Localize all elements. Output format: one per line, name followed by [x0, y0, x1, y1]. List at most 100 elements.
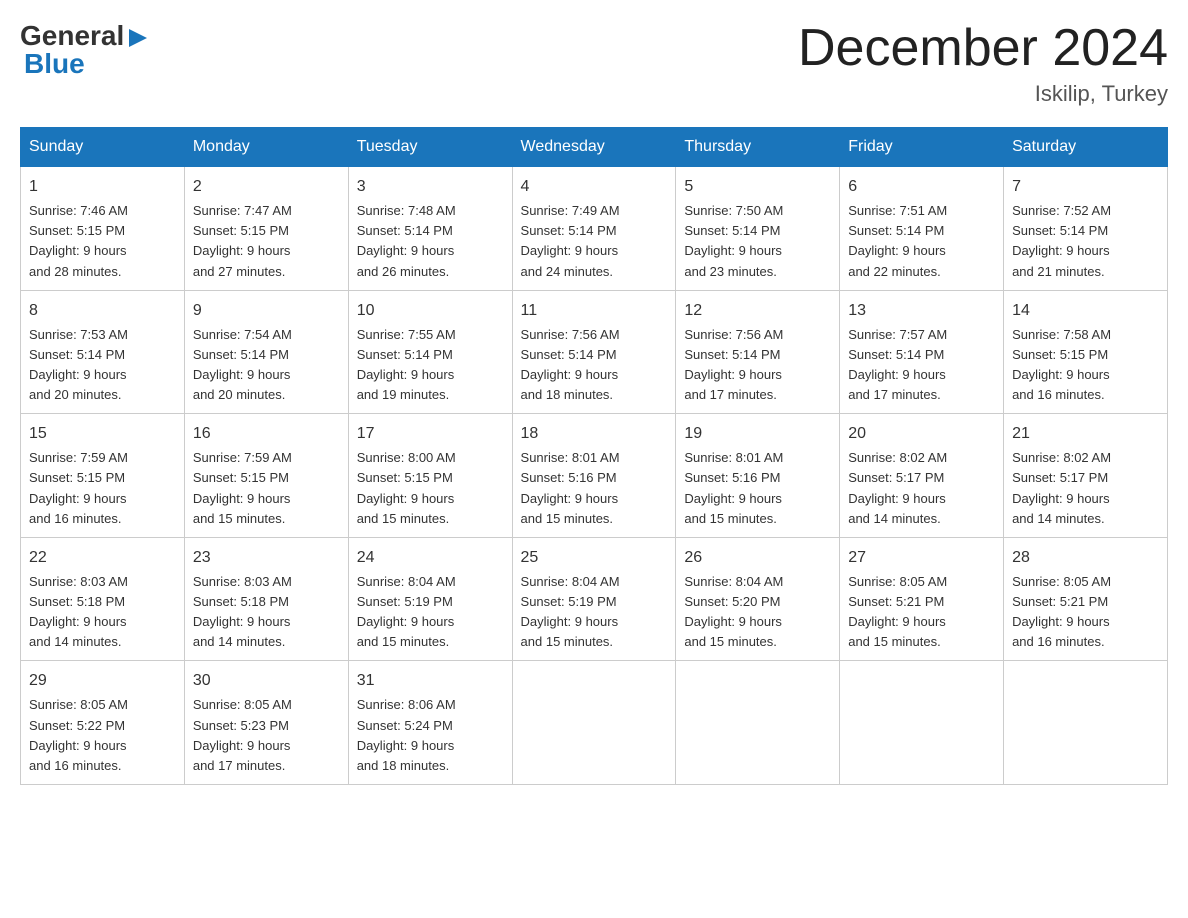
- day-info: Sunrise: 8:02 AMSunset: 5:17 PMDaylight:…: [1012, 450, 1111, 525]
- day-info: Sunrise: 7:49 AMSunset: 5:14 PMDaylight:…: [521, 203, 620, 278]
- day-info: Sunrise: 8:04 AMSunset: 5:20 PMDaylight:…: [684, 574, 783, 649]
- day-number: 9: [193, 299, 340, 323]
- day-info: Sunrise: 8:02 AMSunset: 5:17 PMDaylight:…: [848, 450, 947, 525]
- day-number: 23: [193, 546, 340, 570]
- col-header-tuesday: Tuesday: [348, 128, 512, 167]
- page-header: General Blue December 2024 Iskilip, Turk…: [20, 20, 1168, 107]
- day-info: Sunrise: 7:53 AMSunset: 5:14 PMDaylight:…: [29, 327, 128, 402]
- calendar-cell: 20Sunrise: 8:02 AMSunset: 5:17 PMDayligh…: [840, 414, 1004, 538]
- calendar-cell: 27 Sunrise: 8:05 AMSunset: 5:21 PMDayligh…: [840, 537, 1004, 661]
- day-number: 8: [29, 299, 176, 323]
- calendar-cell: 17 Sunrise: 8:00 AMSunset: 5:15 PMDayligh…: [348, 414, 512, 538]
- day-info: Sunrise: 8:03 AMSunset: 5:18 PMDaylight:…: [29, 574, 128, 649]
- day-number: 25: [521, 546, 668, 570]
- day-number: 7: [1012, 175, 1159, 199]
- day-info: Sunrise: 7:52 AMSunset: 5:14 PMDaylight:…: [1012, 203, 1111, 278]
- calendar-cell: 7 Sunrise: 7:52 AMSunset: 5:14 PMDaylight…: [1004, 167, 1168, 291]
- day-number: 3: [357, 175, 504, 199]
- day-number: 27: [848, 546, 995, 570]
- calendar-cell: 21 Sunrise: 8:02 AMSunset: 5:17 PMDayligh…: [1004, 414, 1168, 538]
- calendar-cell: 31Sunrise: 8:06 AMSunset: 5:24 PMDayligh…: [348, 661, 512, 785]
- calendar-cell: 11Sunrise: 7:56 AMSunset: 5:14 PMDayligh…: [512, 290, 676, 414]
- day-info: Sunrise: 8:03 AMSunset: 5:18 PMDaylight:…: [193, 574, 292, 649]
- day-info: Sunrise: 8:05 AMSunset: 5:21 PMDaylight:…: [1012, 574, 1111, 649]
- calendar-cell: 24Sunrise: 8:04 AMSunset: 5:19 PMDayligh…: [348, 537, 512, 661]
- calendar-cell: 8 Sunrise: 7:53 AMSunset: 5:14 PMDaylight…: [21, 290, 185, 414]
- day-number: 11: [521, 299, 668, 323]
- day-number: 17: [357, 422, 504, 446]
- day-info: Sunrise: 8:05 AMSunset: 5:23 PMDaylight:…: [193, 697, 292, 772]
- calendar-cell: 25Sunrise: 8:04 AMSunset: 5:19 PMDayligh…: [512, 537, 676, 661]
- day-info: Sunrise: 8:01 AMSunset: 5:16 PMDaylight:…: [684, 450, 783, 525]
- day-number: 12: [684, 299, 831, 323]
- calendar-cell: 5Sunrise: 7:50 AMSunset: 5:14 PMDaylight…: [676, 167, 840, 291]
- day-info: Sunrise: 8:05 AMSunset: 5:22 PMDaylight:…: [29, 697, 128, 772]
- calendar-cell: 16 Sunrise: 7:59 AMSunset: 5:15 PMDayligh…: [184, 414, 348, 538]
- location: Iskilip, Turkey: [798, 81, 1168, 107]
- day-number: 21: [1012, 422, 1159, 446]
- calendar-cell: 29 Sunrise: 8:05 AMSunset: 5:22 PMDayligh…: [21, 661, 185, 785]
- calendar-header-row: SundayMondayTuesdayWednesdayThursdayFrid…: [21, 128, 1168, 167]
- day-info: Sunrise: 7:59 AMSunset: 5:15 PMDaylight:…: [29, 450, 128, 525]
- day-info: Sunrise: 8:01 AMSunset: 5:16 PMDaylight:…: [521, 450, 620, 525]
- calendar-cell: [840, 661, 1004, 785]
- day-info: Sunrise: 7:54 AMSunset: 5:14 PMDaylight:…: [193, 327, 292, 402]
- col-header-sunday: Sunday: [21, 128, 185, 167]
- day-info: Sunrise: 7:47 AMSunset: 5:15 PMDaylight:…: [193, 203, 292, 278]
- col-header-wednesday: Wednesday: [512, 128, 676, 167]
- day-number: 10: [357, 299, 504, 323]
- calendar-cell: 18 Sunrise: 8:01 AMSunset: 5:16 PMDayligh…: [512, 414, 676, 538]
- logo: General Blue: [20, 20, 149, 80]
- day-number: 2: [193, 175, 340, 199]
- calendar-cell: 10Sunrise: 7:55 AMSunset: 5:14 PMDayligh…: [348, 290, 512, 414]
- calendar-cell: 26 Sunrise: 8:04 AMSunset: 5:20 PMDayligh…: [676, 537, 840, 661]
- col-header-monday: Monday: [184, 128, 348, 167]
- calendar-cell: 28 Sunrise: 8:05 AMSunset: 5:21 PMDayligh…: [1004, 537, 1168, 661]
- day-number: 14: [1012, 299, 1159, 323]
- calendar-cell: [512, 661, 676, 785]
- day-info: Sunrise: 7:57 AMSunset: 5:14 PMDaylight:…: [848, 327, 947, 402]
- col-header-thursday: Thursday: [676, 128, 840, 167]
- day-number: 28: [1012, 546, 1159, 570]
- calendar-cell: 6 Sunrise: 7:51 AMSunset: 5:14 PMDaylight…: [840, 167, 1004, 291]
- day-info: Sunrise: 7:59 AMSunset: 5:15 PMDaylight:…: [193, 450, 292, 525]
- day-number: 29: [29, 669, 176, 693]
- calendar-cell: [1004, 661, 1168, 785]
- logo-blue-text: Blue: [24, 48, 85, 80]
- title-area: December 2024 Iskilip, Turkey: [798, 20, 1168, 107]
- calendar-cell: 4 Sunrise: 7:49 AMSunset: 5:14 PMDaylight…: [512, 167, 676, 291]
- day-number: 26: [684, 546, 831, 570]
- day-info: Sunrise: 7:58 AMSunset: 5:15 PMDaylight:…: [1012, 327, 1111, 402]
- day-info: Sunrise: 8:00 AMSunset: 5:15 PMDaylight:…: [357, 450, 456, 525]
- day-number: 15: [29, 422, 176, 446]
- day-number: 31: [357, 669, 504, 693]
- calendar-cell: 1Sunrise: 7:46 AMSunset: 5:15 PMDaylight…: [21, 167, 185, 291]
- calendar-cell: 2 Sunrise: 7:47 AMSunset: 5:15 PMDaylight…: [184, 167, 348, 291]
- col-header-saturday: Saturday: [1004, 128, 1168, 167]
- calendar-cell: 12Sunrise: 7:56 AMSunset: 5:14 PMDayligh…: [676, 290, 840, 414]
- calendar-cell: 23 Sunrise: 8:03 AMSunset: 5:18 PMDayligh…: [184, 537, 348, 661]
- logo-arrow-icon: [127, 27, 149, 49]
- week-row-2: 8 Sunrise: 7:53 AMSunset: 5:14 PMDaylight…: [21, 290, 1168, 414]
- calendar-cell: 3 Sunrise: 7:48 AMSunset: 5:14 PMDaylight…: [348, 167, 512, 291]
- week-row-4: 22Sunrise: 8:03 AMSunset: 5:18 PMDayligh…: [21, 537, 1168, 661]
- month-title: December 2024: [798, 20, 1168, 77]
- week-row-1: 1Sunrise: 7:46 AMSunset: 5:15 PMDaylight…: [21, 167, 1168, 291]
- calendar-cell: 9 Sunrise: 7:54 AMSunset: 5:14 PMDaylight…: [184, 290, 348, 414]
- day-info: Sunrise: 7:48 AMSunset: 5:14 PMDaylight:…: [357, 203, 456, 278]
- calendar-cell: 14 Sunrise: 7:58 AMSunset: 5:15 PMDayligh…: [1004, 290, 1168, 414]
- day-info: Sunrise: 8:05 AMSunset: 5:21 PMDaylight:…: [848, 574, 947, 649]
- day-number: 16: [193, 422, 340, 446]
- day-number: 18: [521, 422, 668, 446]
- day-number: 19: [684, 422, 831, 446]
- day-number: 4: [521, 175, 668, 199]
- week-row-5: 29 Sunrise: 8:05 AMSunset: 5:22 PMDayligh…: [21, 661, 1168, 785]
- day-info: Sunrise: 7:50 AMSunset: 5:14 PMDaylight:…: [684, 203, 783, 278]
- calendar-cell: 19 Sunrise: 8:01 AMSunset: 5:16 PMDayligh…: [676, 414, 840, 538]
- week-row-3: 15 Sunrise: 7:59 AMSunset: 5:15 PMDayligh…: [21, 414, 1168, 538]
- day-info: Sunrise: 7:51 AMSunset: 5:14 PMDaylight:…: [848, 203, 947, 278]
- calendar-cell: 22Sunrise: 8:03 AMSunset: 5:18 PMDayligh…: [21, 537, 185, 661]
- col-header-friday: Friday: [840, 128, 1004, 167]
- day-number: 6: [848, 175, 995, 199]
- day-number: 30: [193, 669, 340, 693]
